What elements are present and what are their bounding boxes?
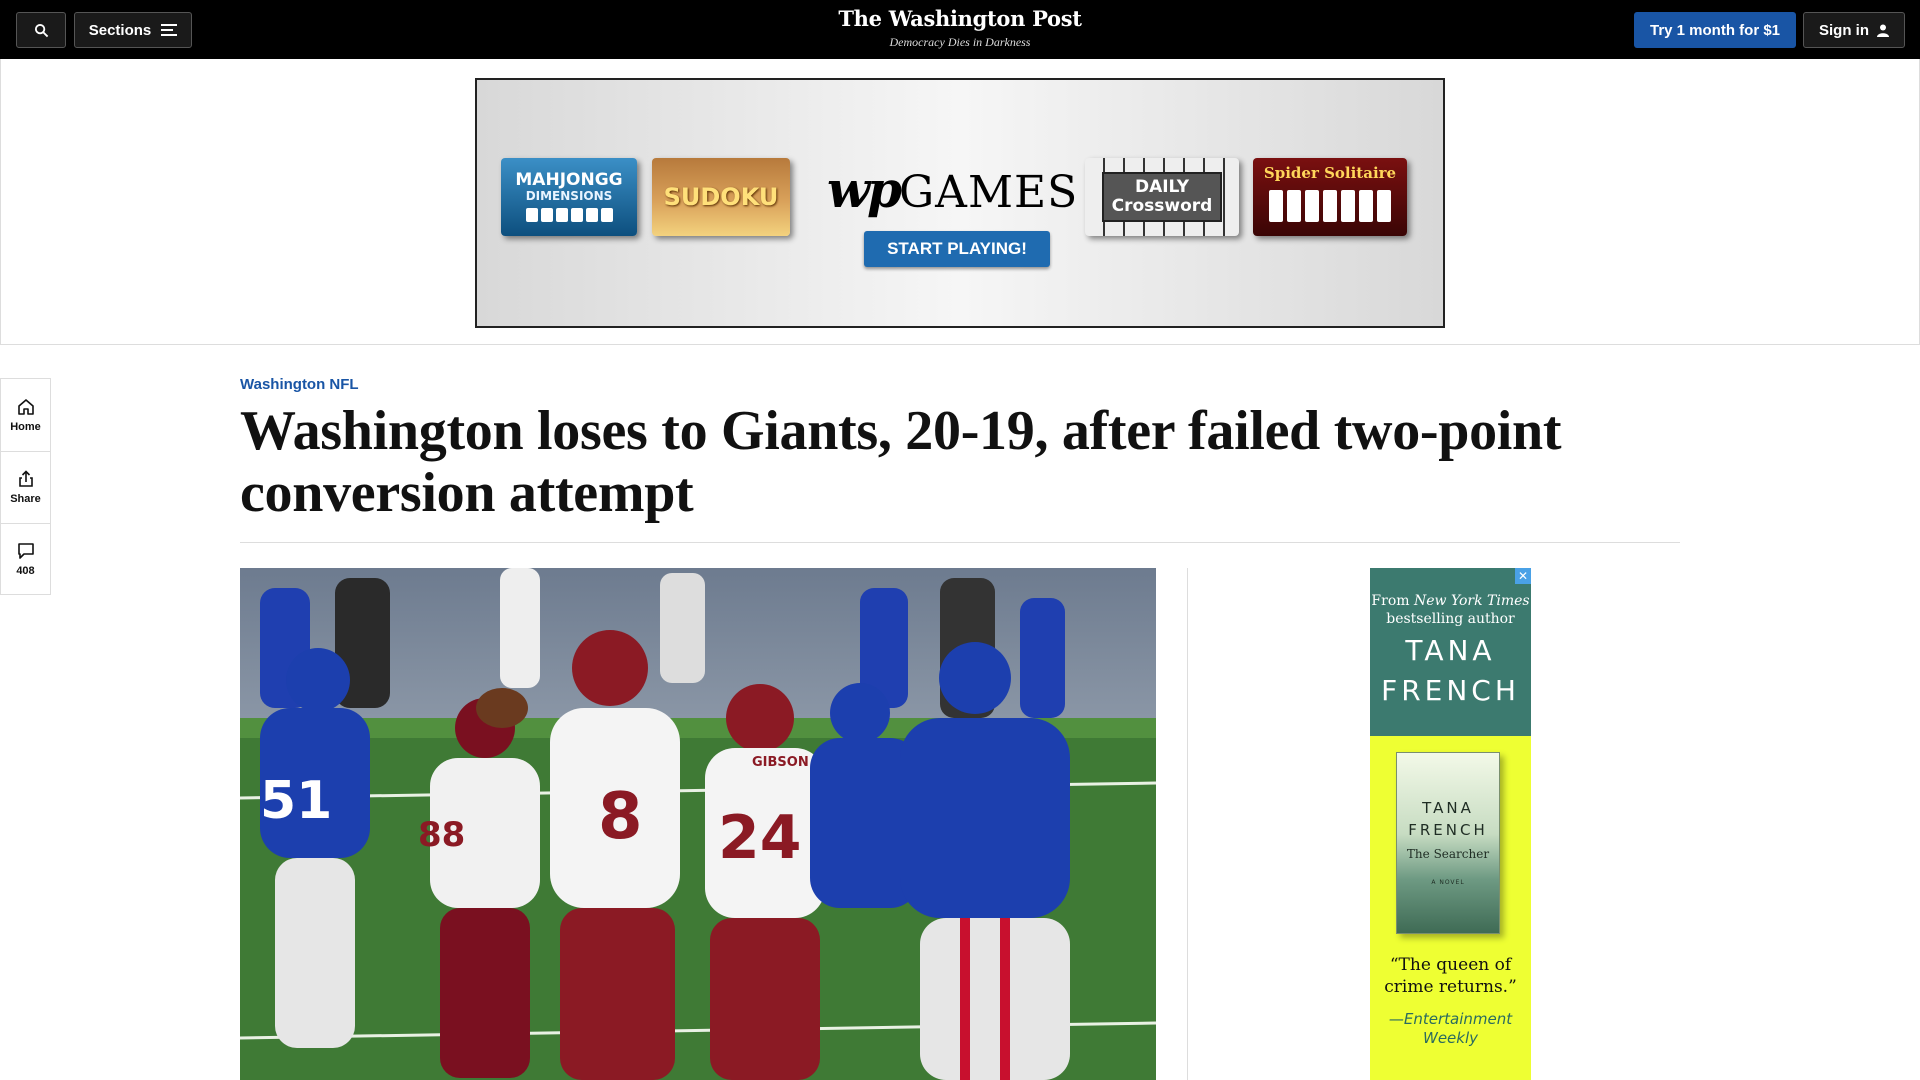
- spider-solitaire-title: Spider Solitaire: [1263, 164, 1397, 182]
- menu-icon: [161, 24, 178, 36]
- ad-from-word: From: [1371, 593, 1410, 609]
- home-label: Home: [10, 420, 41, 433]
- headline-divider: [240, 542, 1680, 543]
- book-cover-novel: A NOVEL: [1431, 879, 1465, 886]
- comments-button[interactable]: 408: [1, 523, 50, 595]
- games-ad-banner[interactable]: MAHJONGG DIMENSIONS SUDOKU wpGAMES START…: [475, 78, 1445, 328]
- football-game-photo: 51 88 8 24 GIBSON: [240, 568, 1156, 1080]
- wp-games-logo: wpGAMES: [827, 160, 1077, 219]
- ad-header-band: From New York Times bestselling author T…: [1370, 568, 1531, 736]
- ad-publication: New York Times: [1413, 593, 1530, 609]
- ad-bestselling-line: bestselling author: [1386, 611, 1515, 627]
- section-kicker-link[interactable]: Washington NFL: [240, 376, 359, 393]
- book-advertisement[interactable]: From New York Times bestselling author T…: [1370, 568, 1531, 1080]
- mahjong-tiles-graphic: [525, 208, 613, 223]
- comments-count: 408: [16, 565, 35, 577]
- sudoku-game-tile[interactable]: SUDOKU: [652, 158, 790, 236]
- ad-quote-attribution: —Entertainment Weekly: [1388, 1010, 1513, 1047]
- comment-icon: [17, 543, 34, 559]
- book-cover-author: TANA FRENCH: [1408, 799, 1488, 839]
- sign-in-label: Sign in: [1819, 21, 1869, 39]
- svg-text:88: 88: [418, 815, 465, 855]
- user-icon: [1877, 24, 1889, 37]
- start-playing-button[interactable]: START PLAYING!: [864, 231, 1050, 267]
- spider-solitaire-game-tile[interactable]: Spider Solitaire: [1253, 158, 1407, 236]
- column-divider: [1187, 568, 1188, 1080]
- search-icon: [34, 23, 48, 37]
- svg-text:51: 51: [260, 771, 332, 831]
- mahjongg-game-tile[interactable]: MAHJONGG DIMENSIONS: [501, 158, 637, 236]
- top-navigation-bar: Sections The Washington Post Democracy D…: [0, 0, 1920, 59]
- home-icon: [17, 398, 34, 415]
- sections-label: Sections: [88, 21, 152, 39]
- left-action-rail: Home Share 408: [0, 378, 51, 595]
- search-button[interactable]: [16, 12, 66, 48]
- mahjongg-title: MAHJONGG: [515, 169, 623, 190]
- masthead-logo: The Washington Post: [838, 6, 1082, 31]
- share-button[interactable]: Share: [1, 451, 50, 523]
- crossword-label: DAILY Crossword: [1101, 172, 1223, 222]
- masthead-tagline: Democracy Dies in Darkness: [889, 35, 1031, 49]
- svg-text:GIBSON: GIBSON: [752, 755, 809, 770]
- book-cover: TANA FRENCH The Searcher A NOVEL: [1396, 752, 1500, 934]
- games-logo-text: GAMES: [899, 167, 1079, 218]
- ad-quote: “The queen of crime returns.”: [1384, 955, 1517, 997]
- home-button[interactable]: Home: [1, 379, 50, 451]
- mahjongg-subtitle: DIMENSIONS: [525, 188, 613, 203]
- svg-text:8: 8: [598, 780, 643, 854]
- playing-cards-graphic: [1269, 190, 1391, 222]
- ad-close-icon[interactable]: ✕: [1515, 568, 1531, 584]
- article-lead-photo[interactable]: 51 88 8 24 GIBSON: [240, 568, 1156, 1080]
- ad-author-name-line2: FRENCH: [1381, 674, 1520, 707]
- sudoku-title: SUDOKU: [663, 183, 779, 211]
- subscribe-button[interactable]: Try 1 month for $1: [1634, 12, 1796, 48]
- crossword-game-tile[interactable]: DAILY Crossword: [1085, 158, 1239, 236]
- svg-text:24: 24: [718, 803, 802, 873]
- share-icon: [18, 470, 33, 487]
- book-cover-title: The Searcher: [1406, 847, 1490, 861]
- share-label: Share: [10, 493, 41, 505]
- masthead[interactable]: The Washington Post Democracy Dies in Da…: [760, 6, 1160, 50]
- ad-from-line: From New York Times: [1370, 592, 1531, 610]
- sign-in-button[interactable]: Sign in: [1803, 12, 1905, 48]
- article-headline: Washington loses to Giants, 20-19, after…: [240, 400, 1562, 524]
- sections-menu-button[interactable]: Sections: [74, 12, 192, 48]
- wp-logo-mark: wp: [827, 160, 902, 219]
- crossword-title-line1: DAILY: [1134, 177, 1190, 198]
- ad-author-name-line1: TANA: [1405, 634, 1496, 667]
- crossword-title-line2: Crossword: [1111, 196, 1213, 216]
